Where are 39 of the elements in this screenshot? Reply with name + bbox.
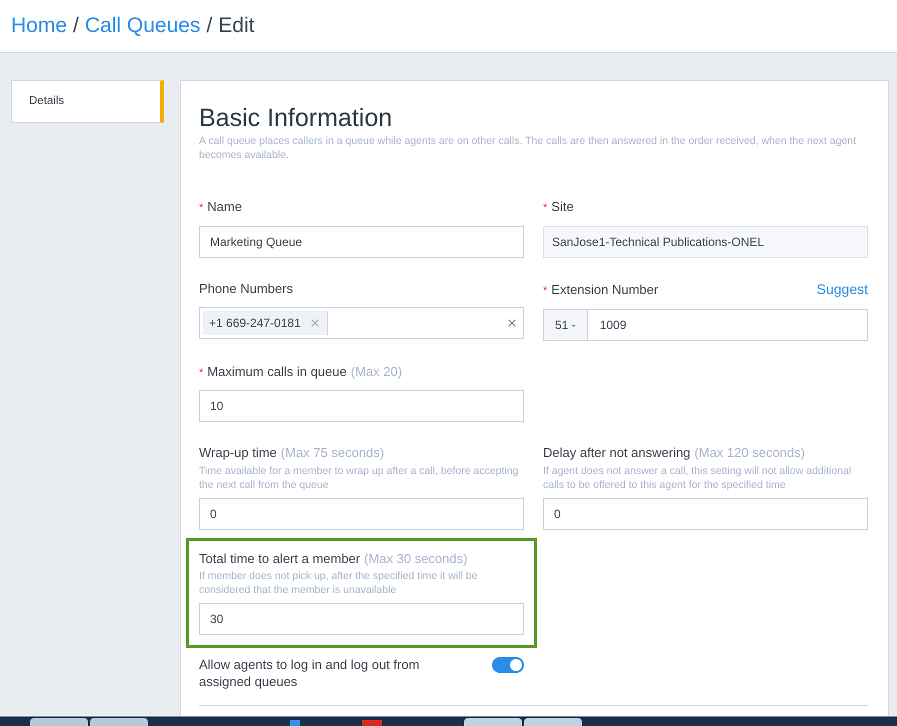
- sidebar-item[interactable]: Details: [11, 80, 164, 123]
- text-field[interactable]: 0: [199, 498, 524, 530]
- field-description: If agent does not answer a call, this setting will not allow additional calls to be offered to this agent for the specified time: [543, 464, 852, 492]
- text-field[interactable]: SanJose1-Technical Publications-ONEL: [543, 226, 868, 258]
- breadcrumb-current: Edit: [218, 13, 254, 40]
- field-hint: (Max 75 seconds): [280, 444, 384, 462]
- text-field[interactable]: Marketing Queue: [199, 226, 524, 258]
- clear-icon[interactable]: [506, 317, 518, 329]
- breadcrumb-separator: /: [73, 13, 79, 40]
- required-mark: *: [199, 366, 204, 380]
- required-mark: *: [543, 201, 548, 216]
- phone-numbers-field[interactable]: +1 669-247-0181: [199, 307, 524, 339]
- toggle-switch[interactable]: [492, 657, 524, 673]
- field-hint: (Max 20): [350, 362, 402, 381]
- field-description: If member does not pick up, after the specified time it will be considered that the member is unavailable: [199, 569, 478, 597]
- text-field[interactable]: 0: [543, 498, 868, 530]
- extension-prefix: 51 -: [543, 308, 588, 340]
- field-label: Phone Numbers: [199, 280, 293, 298]
- text-field[interactable]: 1009: [588, 308, 868, 340]
- field-label: Wrap-up time: [199, 444, 277, 462]
- text-field[interactable]: 10: [199, 390, 524, 422]
- toggle-label: Allow agents to log in and log out from assigned queues: [199, 656, 420, 690]
- phone-tag[interactable]: +1 669-247-0181: [203, 311, 328, 335]
- field-label: Name: [207, 198, 242, 216]
- text-field[interactable]: 30: [199, 603, 524, 635]
- field-label: Delay after not answering: [543, 444, 690, 462]
- required-mark: *: [199, 201, 204, 216]
- section-title: Basic Information: [199, 103, 394, 133]
- field-label: Extension Number: [551, 280, 658, 298]
- field-description: Time available for a member to wrap up after a call, before accepting the next call from the queue: [199, 464, 520, 492]
- field-label: Total time to alert a member: [199, 550, 360, 568]
- breadcrumb-separator: /: [206, 13, 212, 40]
- required-mark: *: [543, 284, 548, 298]
- section-description: A call queue places callers in a queue while agents are on other calls. The calls are then answered in the order received, when the next agent becomes available.: [199, 134, 858, 162]
- field-label: Maximum calls in queue: [207, 362, 347, 381]
- field-label: Site: [551, 198, 574, 216]
- field-hint: (Max 30 seconds): [364, 550, 468, 568]
- remove-icon[interactable]: [308, 317, 321, 329]
- field-hint: (Max 120 seconds): [694, 444, 805, 462]
